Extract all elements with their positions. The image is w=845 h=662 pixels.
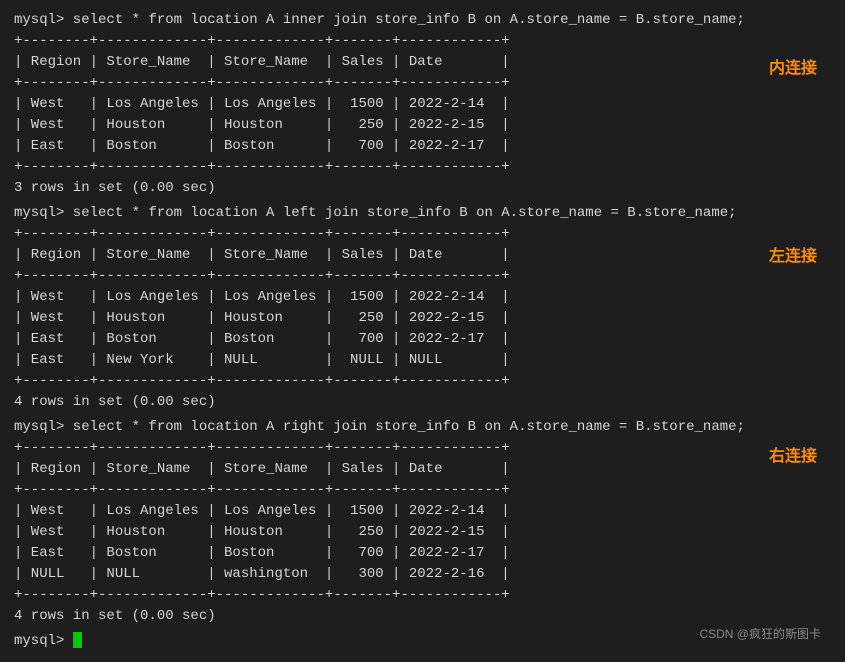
right-join-label: 右连接 [769, 442, 817, 466]
right-join-footer: 4 rows in set (0.00 sec) [14, 606, 831, 627]
inner-join-command: mysql> select * from location A inner jo… [14, 10, 831, 31]
watermark: CSDN @疯狂的斯图卡 [699, 625, 821, 642]
cursor [73, 632, 82, 648]
left-join-command: mysql> select * from location A left joi… [14, 203, 831, 224]
left-join-footer: 4 rows in set (0.00 sec) [14, 392, 831, 413]
inner-join-footer: 3 rows in set (0.00 sec) [14, 178, 831, 199]
left-join-table: +--------+-------------+-------------+--… [14, 224, 831, 392]
right-join-table: +--------+-------------+-------------+--… [14, 438, 831, 606]
left-join-block: mysql> select * from location A left joi… [14, 203, 831, 413]
inner-join-block: mysql> select * from location A inner jo… [14, 10, 831, 199]
right-join-block: mysql> select * from location A right jo… [14, 417, 831, 627]
inner-join-table: +--------+-------------+-------------+--… [14, 31, 831, 178]
right-join-command: mysql> select * from location A right jo… [14, 417, 831, 438]
left-join-label: 左连接 [769, 242, 817, 266]
inner-join-label: 内连接 [769, 54, 817, 78]
